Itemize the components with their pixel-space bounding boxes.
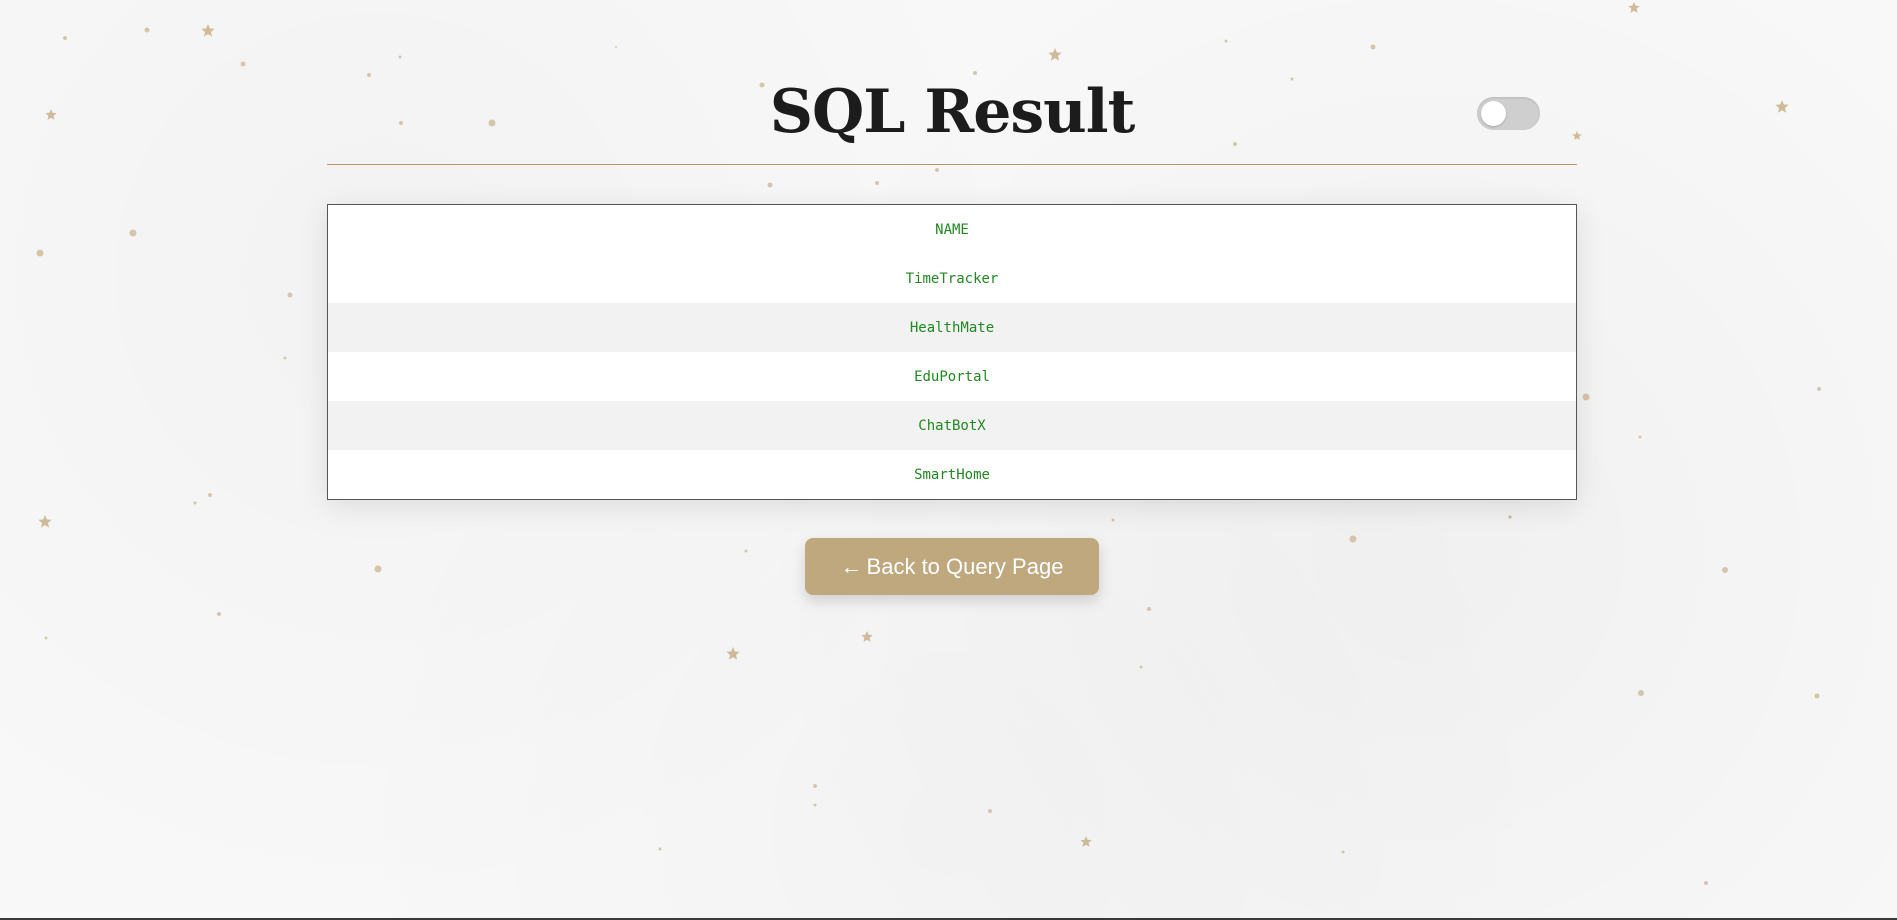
title-divider [327, 164, 1577, 165]
result-table-container: NAME TimeTracker HealthMate EduPortal Ch… [327, 204, 1577, 500]
result-table: NAME TimeTracker HealthMate EduPortal Ch… [327, 204, 1577, 500]
table-row: HealthMate [327, 303, 1577, 352]
page-title: SQL Result [769, 77, 1136, 147]
table-row: ChatBotX [327, 401, 1577, 450]
back-button-label: Back to Query Page [866, 553, 1064, 579]
table-cell: HealthMate [909, 319, 995, 336]
column-header-name: NAME [935, 221, 969, 238]
table-row: TimeTracker [327, 254, 1577, 303]
toggle-switch-icon [1481, 101, 1506, 126]
table-cell: EduPortal [914, 368, 990, 385]
table-row: SmartHome [327, 450, 1577, 500]
table-cell: SmartHome [914, 466, 990, 483]
table-cell: TimeTracker [905, 270, 999, 287]
left-arrow-icon: ← [840, 553, 863, 579]
table-row: EduPortal [327, 352, 1577, 401]
table-cell: ChatBotX [918, 417, 986, 434]
table-header-row: NAME [327, 204, 1577, 254]
back-to-query-button[interactable]: ← Back to Query Page [805, 538, 1099, 595]
theme-toggle[interactable] [1477, 97, 1540, 130]
